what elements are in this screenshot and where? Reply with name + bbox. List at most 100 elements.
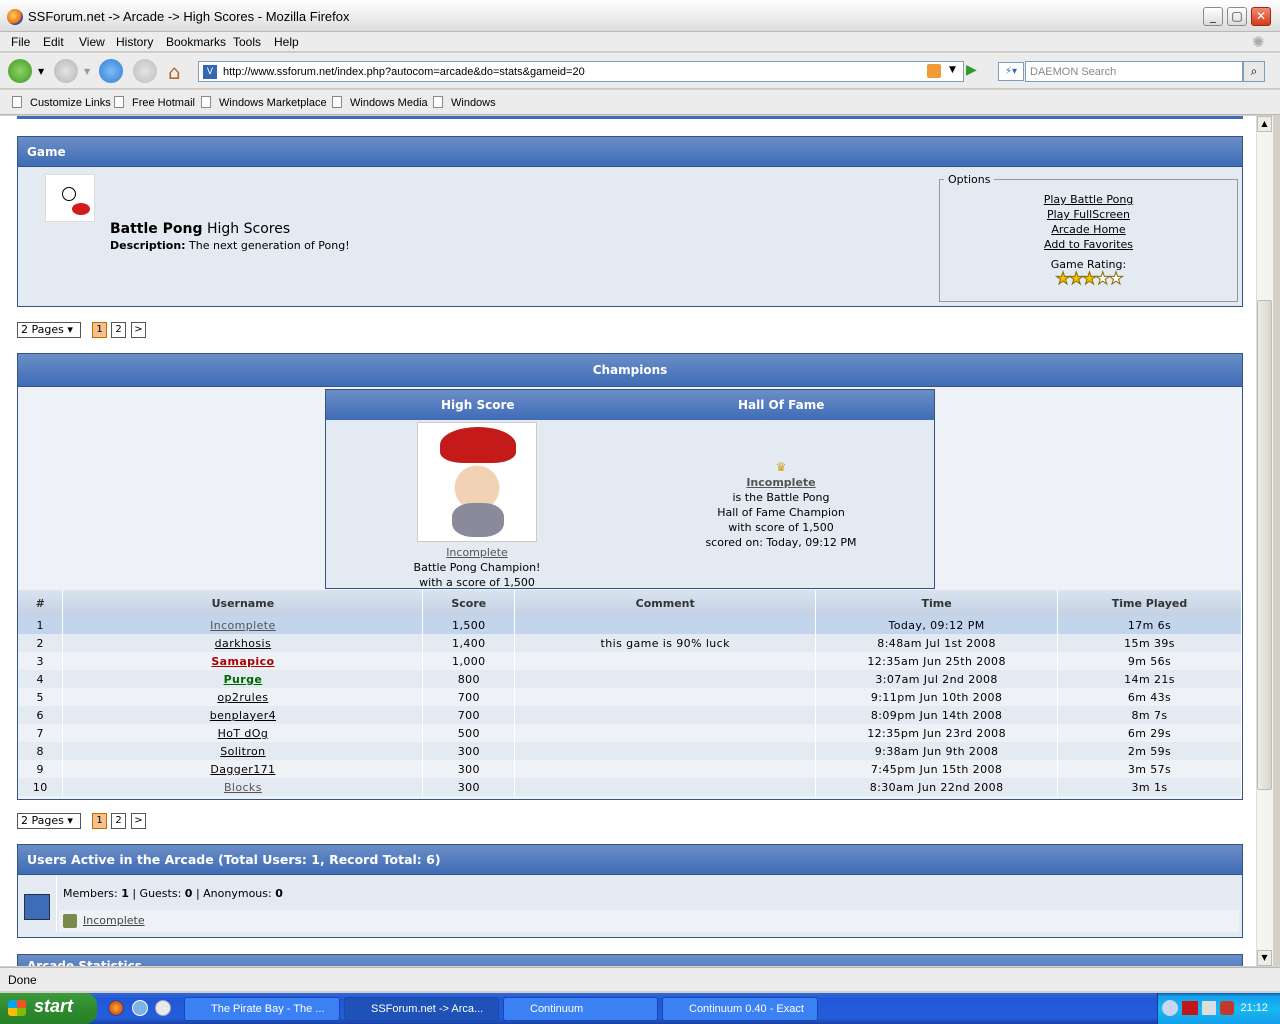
comment-cell: [514, 778, 817, 796]
col-rank[interactable]: #: [18, 590, 64, 616]
comment-cell: [514, 742, 817, 760]
time-cell: 12:35pm Jun 23rd 2008: [867, 726, 1006, 740]
hof-user-link[interactable]: Incomplete: [746, 476, 815, 489]
arcade-home-link[interactable]: Arcade Home: [1051, 223, 1125, 236]
task-continuum[interactable]: Continuum: [503, 997, 658, 1021]
start-button[interactable]: start: [0, 993, 97, 1024]
bookmark-customize-links[interactable]: Customize Links: [12, 96, 111, 109]
search-icon[interactable]: ⌕: [1243, 61, 1265, 82]
forward-button[interactable]: [54, 59, 78, 83]
back-dropdown-icon[interactable]: ▼: [38, 67, 44, 76]
username-link[interactable]: Samapico: [211, 655, 274, 668]
page-1-button[interactable]: 1: [92, 813, 107, 829]
stop-button[interactable]: [133, 59, 157, 83]
username-link[interactable]: darkhosis: [215, 637, 271, 650]
username-cell: benplayer4: [62, 706, 424, 724]
col-time-played[interactable]: Time Played: [1057, 590, 1242, 616]
tray-expand-icon[interactable]: [1162, 1000, 1178, 1016]
bookmark-windows[interactable]: Windows: [433, 96, 496, 109]
username-link[interactable]: Blocks: [224, 781, 262, 794]
page-2-button[interactable]: 2: [111, 322, 126, 338]
task-continuum-exact[interactable]: Continuum 0.40 - Exact: [662, 997, 818, 1021]
high-score-info: Incomplete Battle Pong Champion! with a …: [326, 545, 628, 590]
scroll-thumb[interactable]: [1257, 300, 1272, 790]
username-link[interactable]: Purge: [224, 673, 263, 686]
next-page-button[interactable]: >: [131, 322, 146, 338]
star-filled-icon[interactable]: ★: [1055, 269, 1071, 289]
network-icon[interactable]: [1202, 1001, 1216, 1015]
menu-history[interactable]: History: [116, 35, 153, 49]
maximize-button[interactable]: ▢: [1227, 7, 1247, 26]
pages-dropdown[interactable]: 2 Pages ▾: [17, 813, 81, 829]
play-game-link[interactable]: Play Battle Pong: [1044, 193, 1134, 206]
champion-avatar[interactable]: [417, 422, 537, 542]
add-favorites-link[interactable]: Add to Favorites: [1044, 238, 1133, 251]
username-link[interactable]: op2rules: [217, 691, 268, 704]
home-icon[interactable]: ⌂: [168, 60, 181, 84]
menu-help[interactable]: Help: [274, 35, 299, 49]
star-filled-icon[interactable]: ★: [1081, 269, 1097, 289]
scroll-up-arrow[interactable]: ▲: [1257, 116, 1272, 132]
star-empty-icon[interactable]: ★: [1095, 269, 1111, 289]
pages-dropdown[interactable]: 2 Pages ▾: [17, 322, 81, 338]
col-comment[interactable]: Comment: [514, 590, 817, 616]
active-user-link[interactable]: Incomplete: [83, 914, 145, 927]
star-filled-icon[interactable]: ★: [1068, 269, 1084, 289]
task-ssforum[interactable]: SSForum.net -> Arca...: [344, 997, 499, 1021]
col-username[interactable]: Username: [62, 590, 424, 616]
quicklaunch-media-icon[interactable]: [155, 1000, 171, 1016]
page-2-button[interactable]: 2: [111, 813, 126, 829]
menu-bookmarks[interactable]: Bookmarks: [166, 35, 226, 49]
window-title: SSForum.net -> Arcade -> High Scores - M…: [28, 9, 350, 24]
table-row: 9 Dagger171 300 7:45pm Jun 15th 2008 3m 57s: [18, 760, 1242, 778]
username-link[interactable]: benplayer4: [210, 709, 276, 722]
minimize-button[interactable]: _: [1203, 7, 1223, 26]
reload-button[interactable]: [99, 59, 123, 83]
url-bar[interactable]: V http://www.ssforum.net/index.php?autoc…: [198, 61, 964, 82]
time-played-cell: 17m 6s: [1127, 618, 1172, 632]
score-cell: 800: [457, 672, 480, 686]
scores-table: # Username Score Comment Time Time Playe…: [18, 590, 1242, 796]
scroll-down-arrow[interactable]: ▼: [1257, 950, 1272, 966]
url-text[interactable]: http://www.ssforum.net/index.php?autocom…: [223, 66, 585, 78]
bookmark-free-hotmail[interactable]: Free Hotmail: [114, 96, 195, 109]
bookmark-windows-marketplace[interactable]: Windows Marketplace: [201, 96, 327, 109]
quicklaunch-firefox-icon[interactable]: [108, 1000, 124, 1016]
rating-stars[interactable]: ★★★★★: [940, 269, 1237, 289]
hs-line1: Battle Pong Champion!: [413, 561, 541, 574]
back-button[interactable]: [8, 59, 32, 83]
score-cell: 1,500: [452, 618, 486, 632]
game-thumbnail[interactable]: [45, 174, 95, 222]
forward-dropdown-icon[interactable]: ▼: [84, 67, 90, 76]
col-time[interactable]: Time: [815, 590, 1059, 616]
rss-icon[interactable]: [927, 64, 941, 78]
table-row: 3 Samapico 1,000 12:35am Jun 25th 2008 9m 56…: [18, 652, 1242, 670]
url-dropdown-icon[interactable]: ▼: [949, 65, 956, 75]
time-played-cell: 14m 21s: [1057, 670, 1242, 688]
menu-view[interactable]: View: [79, 35, 105, 49]
username-link[interactable]: Solitron: [220, 745, 265, 758]
task-pirate-bay[interactable]: The Pirate Bay - The ...: [184, 997, 340, 1021]
menu-file[interactable]: File: [11, 35, 30, 49]
next-page-button[interactable]: >: [131, 813, 146, 829]
close-button[interactable]: ✕: [1251, 7, 1271, 26]
page-1-button[interactable]: 1: [92, 322, 107, 338]
username-link[interactable]: Dagger171: [210, 763, 275, 776]
col-score[interactable]: Score: [422, 590, 516, 616]
options-legend: Options: [948, 173, 991, 186]
star-empty-icon[interactable]: ★: [1108, 269, 1124, 289]
menu-tools[interactable]: Tools: [233, 35, 261, 49]
search-engine-icon[interactable]: ⚡▾: [998, 62, 1024, 81]
menu-edit[interactable]: Edit: [43, 35, 64, 49]
quicklaunch-ie-icon[interactable]: [132, 1000, 148, 1016]
play-fullscreen-link[interactable]: Play FullScreen: [1047, 208, 1130, 221]
bookmark-windows-media[interactable]: Windows Media: [332, 96, 428, 109]
hs-user-link[interactable]: Incomplete: [446, 546, 508, 559]
time-played-cell: 3m 57s: [1057, 760, 1242, 778]
search-input[interactable]: DAEMON Search: [1025, 61, 1243, 82]
ati-icon[interactable]: [1182, 1001, 1198, 1015]
username-link[interactable]: Incomplete: [210, 619, 276, 632]
go-button[interactable]: ▶: [966, 62, 977, 78]
username-link[interactable]: HoT dOg: [218, 727, 269, 740]
security-shield-icon[interactable]: [1220, 1001, 1234, 1015]
